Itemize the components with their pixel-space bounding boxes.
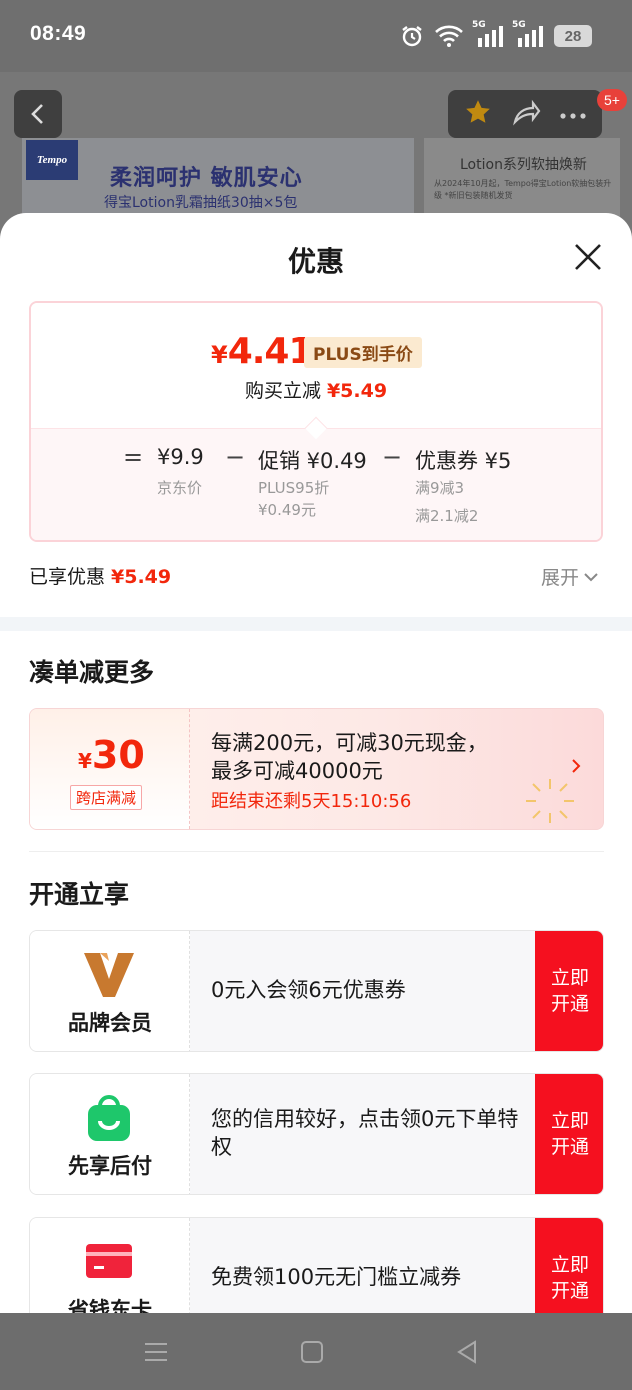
open-now-button[interactable]: 立即开通 bbox=[535, 1074, 603, 1194]
coupon-sub-1: 满9减3 bbox=[415, 479, 465, 497]
reduce-line: 购买立减 ¥5.49 bbox=[31, 376, 601, 403]
cross-store-promo-card[interactable]: ¥ 30 跨店满减 每满200元，可减30元现金， 最多可减40000元 距结束… bbox=[29, 708, 604, 830]
member-card-left: 省钱东卡 bbox=[30, 1218, 190, 1313]
back-nav-button[interactable] bbox=[452, 1337, 482, 1367]
promo-price: 促销 ¥0.49 bbox=[258, 449, 367, 473]
minus-sign: − bbox=[382, 443, 403, 471]
member-label: 品牌会员 bbox=[68, 1011, 152, 1035]
promo-amount: ¥ 30 bbox=[78, 733, 145, 777]
status-icons: 5G 5G 28 bbox=[400, 20, 592, 50]
card-icon bbox=[86, 1244, 132, 1278]
more-icon[interactable] bbox=[559, 105, 587, 124]
member-card-paylater[interactable]: 先享后付 您的信用较好，点击领0元下单特权 立即开通 bbox=[29, 1073, 604, 1195]
promo-line-2: 最多可减40000元 bbox=[211, 759, 383, 783]
final-price: ¥ 4.41 bbox=[211, 331, 314, 372]
signal-icon: 5G bbox=[512, 20, 544, 48]
promo-amount-panel: ¥ 30 跨店满减 bbox=[30, 709, 190, 829]
member-label: 省钱东卡 bbox=[68, 1298, 152, 1313]
member-label: 先享后付 bbox=[68, 1154, 152, 1178]
promo-line-1: 每满200元，可减30元现金， bbox=[211, 731, 488, 755]
section-title-open: 开通立享 bbox=[29, 880, 130, 909]
promo-description: 每满200元，可减30元现金， 最多可减40000元 bbox=[211, 729, 488, 785]
system-nav-bar bbox=[0, 1313, 632, 1390]
promo-value: 30 bbox=[91, 733, 145, 777]
section-title-more: 凑单减更多 bbox=[29, 658, 155, 687]
banner-subtitle: 得宝Lotion乳霜抽纸30抽×5包 bbox=[104, 195, 298, 211]
back-triangle-icon bbox=[457, 1340, 476, 1364]
member-card-left: 品牌会员 bbox=[30, 931, 190, 1051]
battery-icon: 28 bbox=[554, 25, 592, 47]
sparkle-decoration bbox=[526, 779, 574, 823]
top-actions bbox=[448, 90, 602, 138]
section-divider bbox=[0, 617, 632, 631]
member-card-savings[interactable]: 省钱东卡 免费领100元无门槛立减券 立即开通 bbox=[29, 1217, 604, 1313]
close-button[interactable] bbox=[570, 239, 606, 275]
wifi-icon bbox=[434, 24, 464, 48]
currency-symbol: ¥ bbox=[211, 341, 228, 369]
enjoyed-amount: ¥5.49 bbox=[111, 566, 172, 588]
alarm-icon bbox=[400, 24, 424, 48]
star-icon[interactable] bbox=[463, 97, 493, 131]
thin-divider bbox=[29, 851, 604, 852]
promo-currency: ¥ bbox=[78, 749, 92, 773]
price-summary: ¥ 4.41 PLUS到手价 购买立减 ¥5.49 bbox=[31, 303, 601, 428]
sheet-title: 优惠 bbox=[287, 245, 344, 278]
product-page-background: 5+ Tempo 柔润呵护 敏肌安心 得宝Lotion乳霜抽纸30抽×5包 Lo… bbox=[0, 72, 632, 232]
chevron-down-icon bbox=[584, 572, 598, 581]
banner-right-subtitle: 从2024年10月起，Tempo得宝Lotion软抽包装升级 *新旧包装随机发货 bbox=[434, 179, 612, 200]
final-price-value: 4.41 bbox=[227, 331, 314, 372]
coupon-price: 优惠券 ¥5 bbox=[415, 449, 512, 473]
member-card-brand[interactable]: 品牌会员 0元入会领6元优惠券 立即开通 bbox=[29, 930, 604, 1052]
status-bar: 08:49 5G 5G 28 bbox=[0, 0, 632, 72]
close-icon bbox=[575, 244, 601, 270]
promo-sub-2: ¥0.49元 bbox=[258, 501, 316, 519]
shopping-bag-icon bbox=[88, 1095, 130, 1141]
offer-sheet: 优惠 ¥ 4.41 PLUS到手价 购买立减 ¥5.49 = ¥9.9 京东价 −… bbox=[0, 213, 632, 1313]
promo-countdown: 距结束还剩5天15:10:56 bbox=[211, 791, 412, 812]
share-icon[interactable] bbox=[511, 98, 541, 130]
price-breakdown: = ¥9.9 京东价 − 促销 ¥0.49 PLUS95折 ¥0.49元 − 优… bbox=[31, 428, 601, 540]
member-description: 0元入会领6元优惠券 bbox=[211, 978, 406, 1002]
member-description: 您的信用较好，点击领0元下单特权 bbox=[211, 1107, 519, 1159]
promo-tag: 跨店满减 bbox=[70, 785, 143, 810]
open-now-button[interactable]: 立即开通 bbox=[535, 1218, 603, 1313]
member-card-left: 先享后付 bbox=[30, 1074, 190, 1194]
banner-title: 柔润呵护 敏肌安心 bbox=[110, 166, 303, 191]
brand-v-icon bbox=[84, 953, 134, 997]
signal-label: 5G bbox=[512, 20, 526, 30]
base-price: ¥9.9 bbox=[157, 445, 204, 469]
menu-button[interactable] bbox=[141, 1337, 171, 1367]
menu-icon bbox=[145, 1343, 167, 1361]
home-icon bbox=[301, 1341, 323, 1363]
plus-price-tag: PLUS到手价 bbox=[304, 337, 422, 368]
member-description: 免费领100元无门槛立减券 bbox=[211, 1265, 462, 1289]
back-icon bbox=[31, 104, 43, 124]
tempo-logo: Tempo bbox=[26, 140, 78, 180]
price-card: ¥ 4.41 PLUS到手价 购买立减 ¥5.49 = ¥9.9 京东价 − 促销… bbox=[29, 301, 603, 542]
banner-right-title: Lotion系列软抽焕新 bbox=[460, 157, 587, 173]
enjoyed-discount: 已享优惠 ¥5.49 bbox=[29, 562, 171, 589]
expand-button[interactable]: 展开 bbox=[541, 563, 599, 590]
back-button[interactable] bbox=[14, 90, 62, 138]
message-count-badge: 5+ bbox=[597, 89, 627, 111]
equals-sign: = bbox=[123, 443, 144, 471]
expand-label: 展开 bbox=[541, 567, 580, 589]
enjoyed-label: 已享优惠 bbox=[29, 566, 106, 588]
coupon-sub-2: 满2.1减2 bbox=[415, 507, 479, 525]
base-price-label: 京东价 bbox=[157, 479, 203, 497]
promo-sub-1: PLUS95折 bbox=[258, 479, 330, 497]
status-time: 08:49 bbox=[30, 22, 87, 45]
reduce-label: 购买立减 bbox=[244, 380, 321, 402]
signal-icon: 5G bbox=[472, 20, 504, 48]
home-button[interactable] bbox=[297, 1337, 327, 1367]
signal-label: 5G bbox=[472, 20, 486, 30]
reduce-amount: ¥5.49 bbox=[326, 380, 388, 402]
open-now-button[interactable]: 立即开通 bbox=[535, 931, 603, 1051]
minus-sign: − bbox=[225, 443, 246, 471]
